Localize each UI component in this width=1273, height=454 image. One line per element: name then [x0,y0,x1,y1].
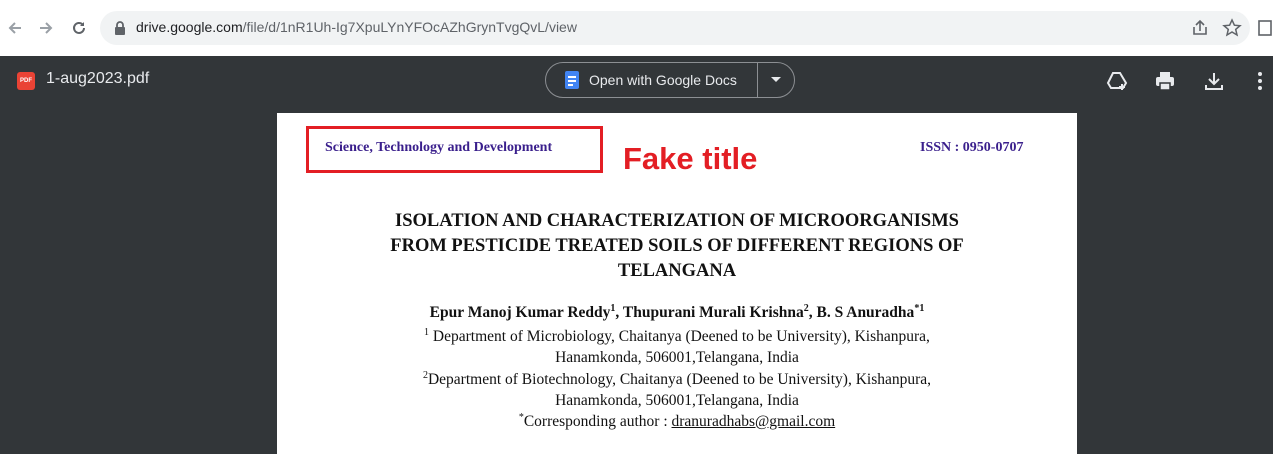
affiliation-2-address: Hanamkonda, 506001,Telangana, India [555,392,799,409]
share-icon[interactable] [1190,18,1210,38]
affil-text: Department of Microbiology, Chaitanya (D… [429,328,930,346]
annotation-fake-title: Fake title [623,141,758,176]
google-docs-icon [565,71,579,89]
author-separator: , [808,304,817,322]
download-icon[interactable] [1202,69,1226,93]
open-with-button-group: Open with Google Docs [545,62,795,98]
address-bar[interactable]: drive.google.com/file/d/1nR1Uh-Ig7XpuLYn… [100,11,1250,45]
more-vert-icon[interactable] [1248,69,1272,93]
caret-down-icon [771,77,781,82]
paper-title: ISOLATION AND CHARACTERIZATION OF MICROO… [277,209,1077,284]
open-with-label: Open with Google Docs [589,72,737,88]
issn-number: ISSN : 0950-0707 [920,140,1024,155]
author-name: Thupurani Murali Krishna [622,304,804,322]
open-with-google-docs-button[interactable]: Open with Google Docs [546,63,758,97]
author-name: Epur Manoj Kumar Reddy [429,304,611,322]
lock-icon[interactable] [112,20,128,36]
pdf-file-icon: PDF [17,72,35,90]
pdf-page: Science, Technology and Development Fake… [277,113,1077,454]
forward-button[interactable] [34,16,58,40]
add-to-drive-icon[interactable] [1105,69,1129,93]
open-with-dropdown-button[interactable] [758,76,794,84]
arrow-right-icon [40,22,53,34]
affiliation-1-address: Hanamkonda, 506001,Telangana, India [555,349,799,366]
affiliation-1: 1 Department of Microbiology, Chaitanya … [277,327,1077,346]
url-path: /file/d/1nR1Uh-Ig7XpuLYnYFOcAZhGrynTvgQv… [242,19,577,35]
affil-text: Department of Biotechnology, Chaitanya (… [427,371,932,389]
annotation-highlight-box [306,126,603,173]
file-name: 1-aug2023.pdf [46,70,150,87]
arrow-left-icon [8,22,21,34]
url-host: drive.google.com [136,19,243,35]
corresponding-email-link[interactable]: dranuradhabs@gmail.com [672,413,836,430]
author-name: B. S Anuradha [816,304,915,322]
paper-title-line: TELANGANA [617,261,737,281]
bookmark-star-icon[interactable] [1222,18,1242,38]
author-separator: , [615,304,623,322]
affiliation-2: 2Department of Biotechnology, Chaitanya … [277,370,1077,389]
author-list: Epur Manoj Kumar Reddy1, Thupurani Mural… [277,303,1077,322]
side-panel-icon[interactable] [1258,20,1272,36]
back-button[interactable] [3,16,27,40]
corresponding-author: *Corresponding author : dranuradhabs@gma… [277,412,1077,431]
paper-title-line: ISOLATION AND CHARACTERIZATION OF MICROO… [395,211,959,231]
reload-icon [73,21,85,34]
viewer-toolbar: PDF 1-aug2023.pdf Open with Google Docs [0,56,1273,106]
print-icon[interactable] [1153,69,1177,93]
reload-button[interactable] [67,16,91,40]
paper-title-line: FROM PESTICIDE TREATED SOILS OF DIFFEREN… [390,236,964,256]
url-text[interactable]: drive.google.com/file/d/1nR1Uh-Ig7XpuLYn… [136,19,577,35]
author-affil-mark: *1 [914,303,925,314]
browser-toolbar: drive.google.com/file/d/1nR1Uh-Ig7XpuLYn… [0,0,1273,57]
corr-label: Corresponding author : [523,413,672,431]
